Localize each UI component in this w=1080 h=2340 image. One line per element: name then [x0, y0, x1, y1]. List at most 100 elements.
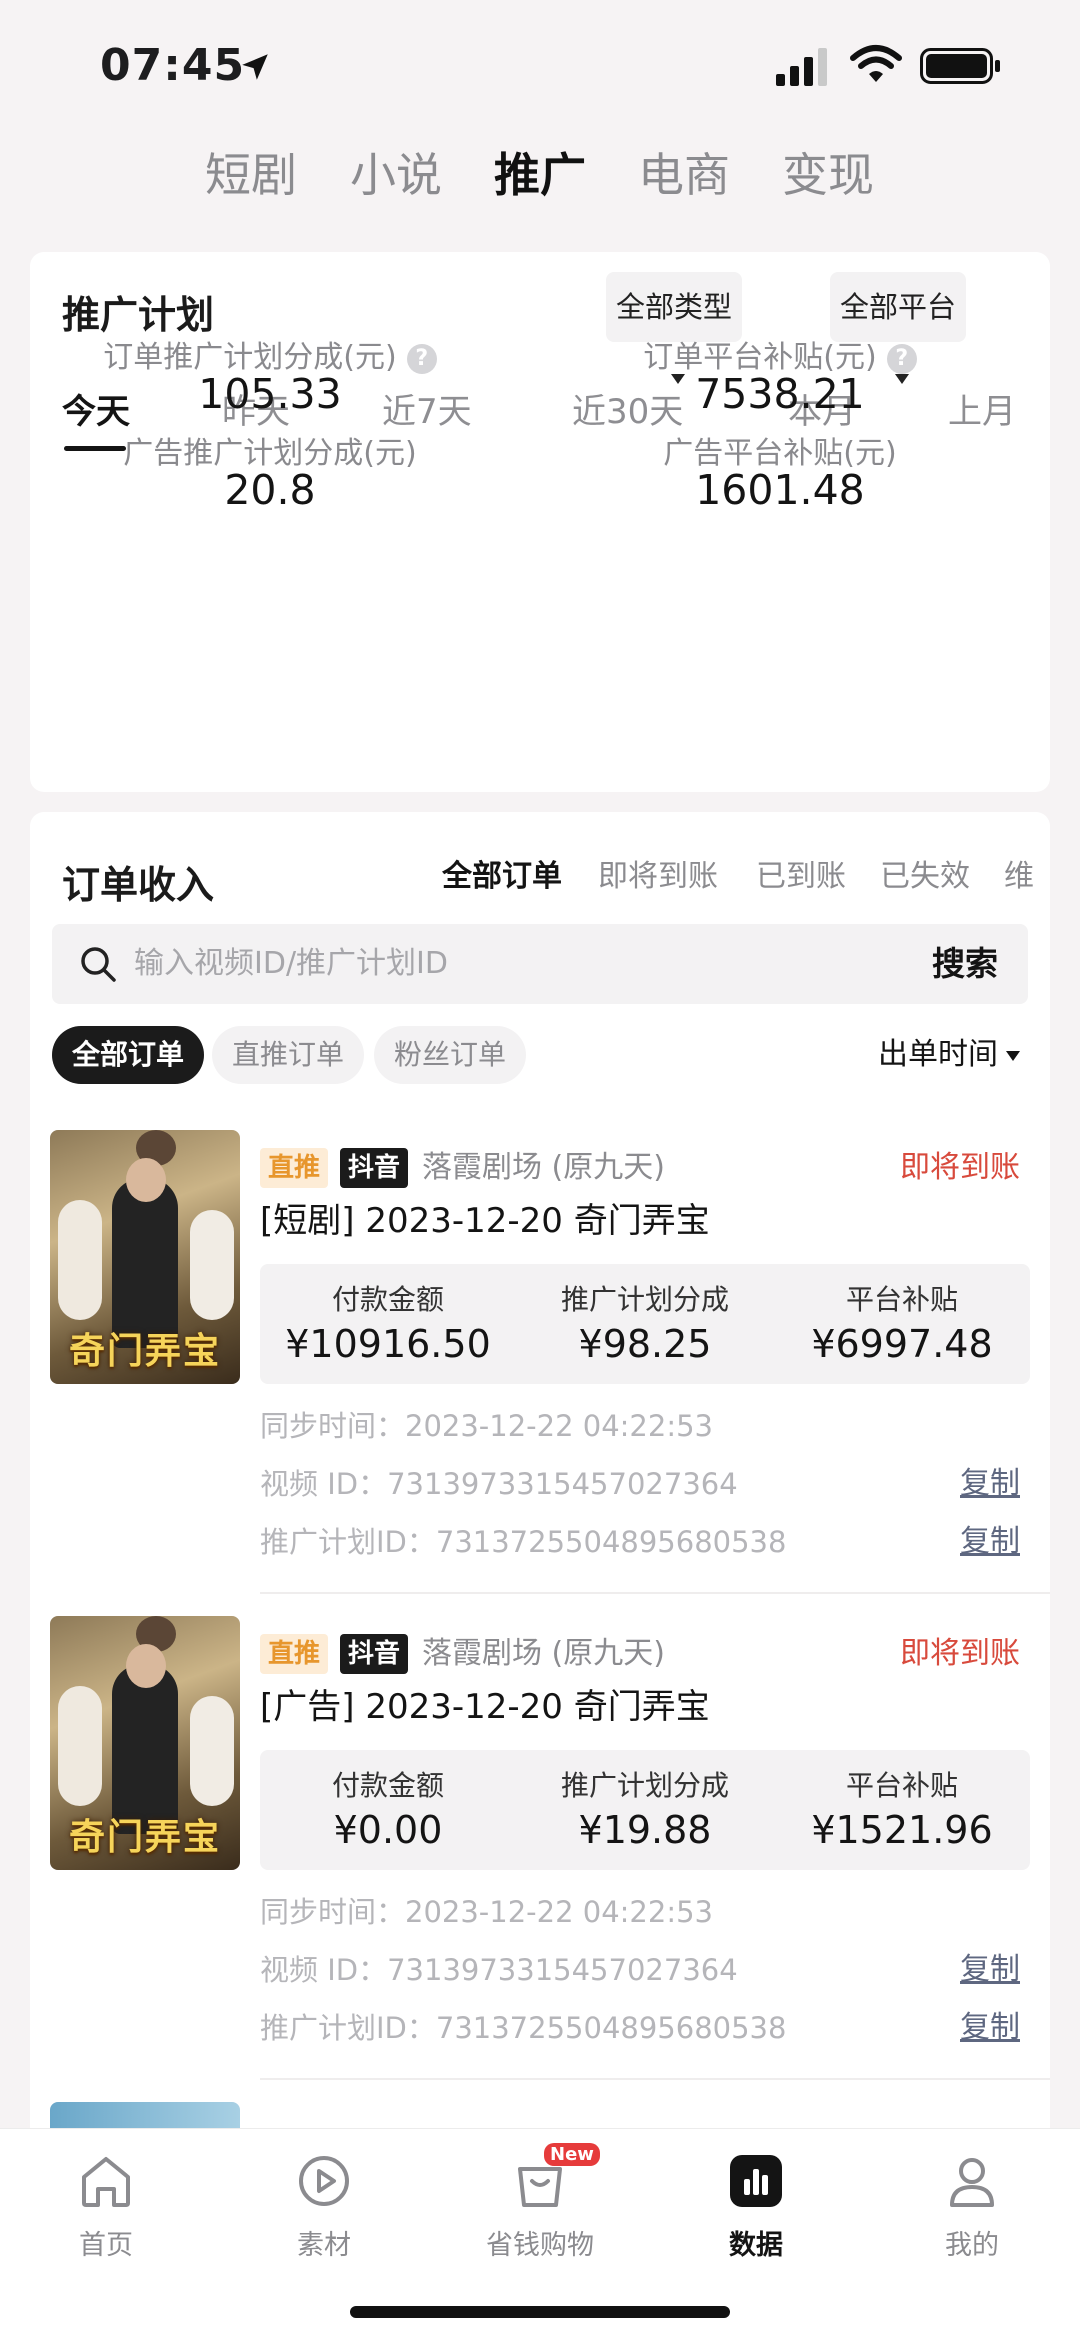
battery-icon [920, 48, 1000, 84]
source-name: 落霞剧场 (原九天) [422, 1636, 665, 1671]
poster-figure [190, 1696, 234, 1806]
nav-profile-label: 我的 [945, 2230, 999, 2261]
help-icon[interactable]: ? [406, 343, 437, 374]
order-title: [短剧] 2023-12-20 奇门弄宝 [260, 1201, 710, 1241]
poster-figure [58, 1686, 102, 1806]
payment-amount-value: ¥0.00 [333, 1808, 443, 1852]
platform-tag: 抖音 [340, 1148, 409, 1188]
amount-summary: 付款金额 ¥0.00 推广计划分成 ¥19.88 平台补贴 ¥1521.96 [260, 1750, 1030, 1870]
platform-subsidy-value: ¥6997.48 [811, 1322, 993, 1366]
orders-title: 订单收入 [62, 863, 215, 907]
plan-share-value: ¥19.88 [578, 1808, 712, 1852]
sync-time: 同步时间：2023-12-22 04:22:53 [260, 1409, 713, 1443]
plan-id: 推广计划ID：7313725504895680538 [260, 1525, 787, 1559]
top-category-tabs: 短剧 小说 推广 电商 变现 [0, 140, 1080, 210]
poster-title: 奇门弄宝 [68, 1331, 221, 1372]
nav-material[interactable]: 素材 [254, 2149, 394, 2262]
chip-fan-orders[interactable]: 粉丝订单 [374, 1026, 527, 1084]
search-bar: 输入视频ID/推广计划ID 搜索 [52, 924, 1028, 1004]
drama-poster-thumbnail: 奇门弄宝 [50, 1130, 240, 1384]
search-icon [81, 947, 116, 982]
platform-tag: 抖音 [340, 1634, 409, 1674]
divider [260, 2078, 1050, 2080]
direct-tag: 直推 [260, 1148, 329, 1188]
order-title: [广告] 2023-12-20 奇门弄宝 [260, 1687, 710, 1727]
poster-figure [190, 1210, 234, 1320]
tab-tuiguang[interactable]: 推广 [494, 140, 586, 210]
source-name: 落霞剧场 (原九天) [422, 1150, 665, 1185]
drama-poster-thumbnail: 奇门弄宝 [50, 1616, 240, 1870]
status-filter-expired[interactable]: 已失效 [880, 852, 970, 902]
plan-title: 推广计划 [62, 293, 215, 337]
status-filter-more[interactable]: 维 [1004, 852, 1034, 902]
metric-order-subsidy-value: 7538.21 [695, 370, 865, 418]
poster-figure [126, 1644, 166, 1688]
status-bar: 07:45 [0, 0, 1080, 130]
tab-xiaoshuo[interactable]: 小说 [350, 140, 442, 210]
poster-title: 奇门弄宝 [68, 1817, 221, 1858]
payment-amount-label: 付款金额 [331, 1283, 444, 1316]
wifi-icon [850, 45, 902, 82]
poster-figure [126, 1158, 166, 1202]
nav-home-label: 首页 [79, 2230, 133, 2261]
search-button[interactable]: 搜索 [932, 924, 998, 1004]
nav-profile[interactable]: 我的 [902, 2149, 1042, 2262]
video-id: 视频 ID：7313973315457027364 [260, 1953, 738, 1987]
nav-shopping[interactable]: New 省钱购物 [470, 2143, 610, 2262]
order-item[interactable]: 奇门弄宝 直推 抖音 落霞剧场 (原九天) 即将到账 [短剧] 2023-12-… [30, 1130, 1050, 1600]
divider [260, 1592, 1050, 1594]
search-input[interactable]: 输入视频ID/推广计划ID [134, 924, 448, 1004]
payment-amount-label: 付款金额 [331, 1769, 444, 1802]
tab-duanju[interactable]: 短剧 [205, 140, 297, 210]
nav-data[interactable]: 数据 [686, 2149, 826, 2262]
copy-plan-id-button[interactable]: 复制 [960, 1520, 1020, 1564]
status-filter-all[interactable]: 全部订单 [442, 852, 562, 902]
payment-amount-value: ¥10916.50 [285, 1322, 491, 1366]
platform-subsidy-label: 平台补贴 [845, 1769, 958, 1802]
profile-icon [950, 2158, 994, 2207]
sort-dropdown[interactable]: 出单时间 [878, 1030, 1020, 1080]
home-icon [82, 2157, 130, 2207]
copy-video-id-button[interactable]: 复制 [960, 1462, 1020, 1506]
video-icon [299, 2156, 349, 2206]
video-id: 视频 ID：7313973315457027364 [260, 1467, 738, 1501]
sort-label: 出单时间 [878, 1037, 998, 1072]
copy-plan-id-button[interactable]: 复制 [960, 2006, 1020, 2050]
amount-summary: 付款金额 ¥10916.50 推广计划分成 ¥98.25 平台补贴 ¥6997.48 [260, 1264, 1030, 1384]
home-indicator[interactable] [350, 2306, 730, 2318]
platform-subsidy-value: ¥1521.96 [811, 1808, 993, 1852]
nav-data-label: 数据 [729, 2230, 783, 2261]
chip-direct-orders[interactable]: 直推订单 [212, 1026, 365, 1084]
promotion-plan-card: 推广计划 全部类型 全部平台 今天 昨天 近7天 近30天 本月 上月 订单推广… [30, 252, 1050, 792]
plan-share-value: ¥98.25 [578, 1322, 712, 1366]
plan-share-label: 推广计划分成 [560, 1283, 729, 1316]
status-filter-arrived[interactable]: 已到账 [756, 852, 846, 902]
location-arrow-icon [242, 54, 268, 80]
metric-order-share-value: 105.33 [198, 370, 342, 418]
nav-home[interactable]: 首页 [36, 2149, 176, 2262]
tab-dianshang[interactable]: 电商 [638, 140, 730, 210]
status-badge: 即将到账 [900, 1150, 1020, 1185]
nav-material-label: 素材 [297, 2230, 351, 2261]
metric-ad-subsidy-value: 1601.48 [695, 466, 865, 514]
copy-video-id-button[interactable]: 复制 [960, 1948, 1020, 1992]
chip-all-orders[interactable]: 全部订单 [52, 1026, 205, 1084]
help-icon[interactable]: ? [886, 343, 917, 374]
platform-filter-label: 全部平台 [839, 290, 956, 324]
status-badge: 即将到账 [900, 1636, 1020, 1671]
nav-shopping-label: 省钱购物 [486, 2230, 594, 2261]
sync-time: 同步时间：2023-12-22 04:22:53 [260, 1895, 713, 1929]
data-chart-icon [730, 2155, 782, 2207]
tab-bianxian[interactable]: 变现 [782, 140, 874, 210]
metric-ad-share-value: 20.8 [224, 466, 316, 514]
status-filter-pending[interactable]: 即将到账 [598, 852, 718, 902]
poster-figure [58, 1200, 102, 1320]
plan-share-label: 推广计划分成 [560, 1769, 729, 1802]
order-income-card: 订单收入 全部订单 即将到账 已到账 已失效 维 输入视频ID/推广计划ID 搜… [30, 812, 1050, 2132]
cellular-signal-icon [776, 48, 827, 86]
direct-tag: 直推 [260, 1634, 329, 1674]
type-filter-label: 全部类型 [615, 290, 732, 324]
platform-subsidy-label: 平台补贴 [845, 1283, 958, 1316]
caret-down-icon [1006, 1050, 1020, 1061]
order-item[interactable]: 奇门弄宝 直推 抖音 落霞剧场 (原九天) 即将到账 [广告] 2023-12-… [30, 1616, 1050, 2086]
